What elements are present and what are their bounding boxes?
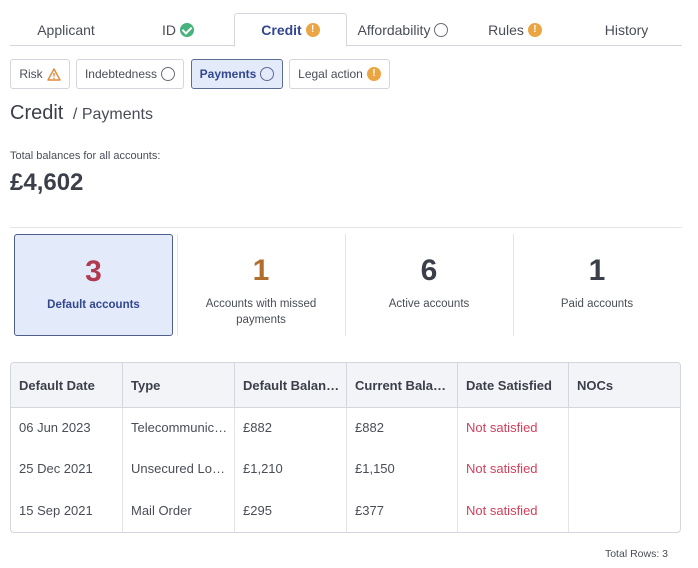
stat-missed-payments[interactable]: 1 Accounts with missed payments bbox=[186, 234, 336, 336]
table-row[interactable]: 06 Jun 2023 Telecommunic… £882 £882 Not … bbox=[11, 407, 680, 449]
empty-circle-icon bbox=[161, 67, 176, 81]
cell-date-satisfied: Not satisfied bbox=[466, 503, 538, 518]
stat-caption: Accounts with missed payments bbox=[205, 298, 317, 326]
page-title-text: Credit bbox=[10, 102, 64, 124]
empty-circle-icon bbox=[434, 22, 449, 37]
tab-credit[interactable]: Credit bbox=[234, 13, 347, 47]
cell-default-date: 06 Jun 2023 bbox=[19, 420, 91, 435]
tab-history[interactable]: History bbox=[571, 13, 682, 46]
tab-affordability[interactable]: Affordability bbox=[347, 13, 459, 46]
stat-caption: Paid accounts bbox=[560, 298, 634, 310]
total-balances-label: Total balances for all accounts: bbox=[10, 150, 161, 162]
tab-label: ID bbox=[162, 21, 176, 38]
stat-default-accounts[interactable]: 3 Default accounts bbox=[14, 234, 173, 336]
subtab-risk[interactable]: Risk bbox=[10, 59, 70, 89]
empty-circle-icon bbox=[260, 67, 275, 81]
tab-label: Applicant bbox=[37, 21, 95, 38]
cell-default-date: 25 Dec 2021 bbox=[19, 461, 93, 476]
column-header-date-satisfied[interactable]: Date Satisfied bbox=[458, 363, 569, 408]
cell-date-satisfied: Not satisfied bbox=[466, 461, 538, 476]
column-header-nocs[interactable]: NOCs bbox=[569, 363, 680, 408]
tab-label: Affordability bbox=[357, 21, 431, 38]
table-row[interactable]: 15 Sep 2021 Mail Order £295 £377 Not sat… bbox=[11, 490, 680, 532]
subtab-payments[interactable]: Payments bbox=[191, 59, 283, 89]
cell-default-balance: £1,210 bbox=[243, 461, 283, 476]
table-header: Default Date Type Default Balan… Current… bbox=[11, 363, 680, 408]
tab-applicant[interactable]: Applicant bbox=[10, 13, 122, 46]
subtab-legal-action[interactable]: Legal action bbox=[289, 59, 390, 89]
table-row[interactable]: 25 Dec 2021 Unsecured Lo… £1,210 £1,150 … bbox=[11, 448, 680, 490]
warning-circle-icon bbox=[305, 23, 320, 37]
warning-circle-icon bbox=[527, 22, 542, 37]
cell-date-satisfied: Not satisfied bbox=[466, 420, 538, 435]
tab-id[interactable]: ID bbox=[122, 13, 234, 46]
stat-value: 1 bbox=[588, 254, 606, 287]
stat-value: 1 bbox=[252, 254, 270, 287]
subtab-label: Indebtedness bbox=[84, 67, 158, 81]
cell-type: Unsecured Lo… bbox=[131, 461, 225, 476]
page-subtitle: / Payments bbox=[72, 106, 153, 123]
warning-triangle-icon bbox=[46, 67, 61, 81]
cell-nocs bbox=[569, 448, 680, 490]
cell-type: Mail Order bbox=[131, 503, 192, 518]
total-balances-value: £4,602 bbox=[10, 169, 84, 196]
cell-current-balance: £377 bbox=[355, 503, 384, 518]
stat-paid-accounts[interactable]: 1 Paid accounts bbox=[521, 234, 673, 336]
check-circle-icon bbox=[180, 22, 194, 37]
column-header-default-balance[interactable]: Default Balan… bbox=[235, 363, 347, 408]
page-title: Credit / Payments bbox=[10, 102, 153, 125]
divider bbox=[513, 234, 514, 336]
subtab-label: Risk bbox=[19, 67, 43, 81]
cell-default-balance: £295 bbox=[243, 503, 272, 518]
cell-default-date: 15 Sep 2021 bbox=[19, 503, 93, 518]
divider bbox=[10, 227, 682, 228]
cell-nocs bbox=[569, 490, 680, 532]
stat-value: 6 bbox=[420, 254, 438, 287]
stat-active-accounts[interactable]: 6 Active accounts bbox=[353, 234, 505, 336]
stat-caption: Active accounts bbox=[388, 298, 470, 310]
tab-rules[interactable]: Rules bbox=[459, 13, 571, 46]
stat-caption: Default accounts bbox=[47, 299, 140, 311]
tab-label: Rules bbox=[488, 21, 524, 38]
cell-nocs bbox=[569, 407, 680, 449]
defaults-table: Default Date Type Default Balan… Current… bbox=[10, 362, 681, 533]
stat-value: 3 bbox=[85, 255, 102, 288]
divider bbox=[177, 234, 178, 336]
subtab-indebtedness[interactable]: Indebtedness bbox=[76, 59, 184, 89]
column-header-default-date[interactable]: Default Date bbox=[11, 363, 123, 408]
cell-current-balance: £1,150 bbox=[355, 461, 395, 476]
cell-current-balance: £882 bbox=[355, 420, 384, 435]
tab-label: History bbox=[604, 21, 649, 38]
tab-label: Credit bbox=[261, 22, 302, 38]
warning-circle-icon bbox=[366, 67, 381, 81]
cell-type: Telecommunic… bbox=[131, 420, 228, 435]
column-header-current-balance[interactable]: Current Bala… bbox=[347, 363, 458, 408]
subtab-label: Legal action bbox=[298, 67, 363, 81]
column-header-type[interactable]: Type bbox=[123, 363, 235, 408]
cell-default-balance: £882 bbox=[243, 420, 272, 435]
divider bbox=[345, 234, 346, 336]
subtab-label: Payments bbox=[199, 67, 257, 81]
total-rows: Total Rows: 3 bbox=[604, 548, 668, 560]
main-tabs: Applicant ID Credit Affordability Rules … bbox=[10, 13, 682, 47]
